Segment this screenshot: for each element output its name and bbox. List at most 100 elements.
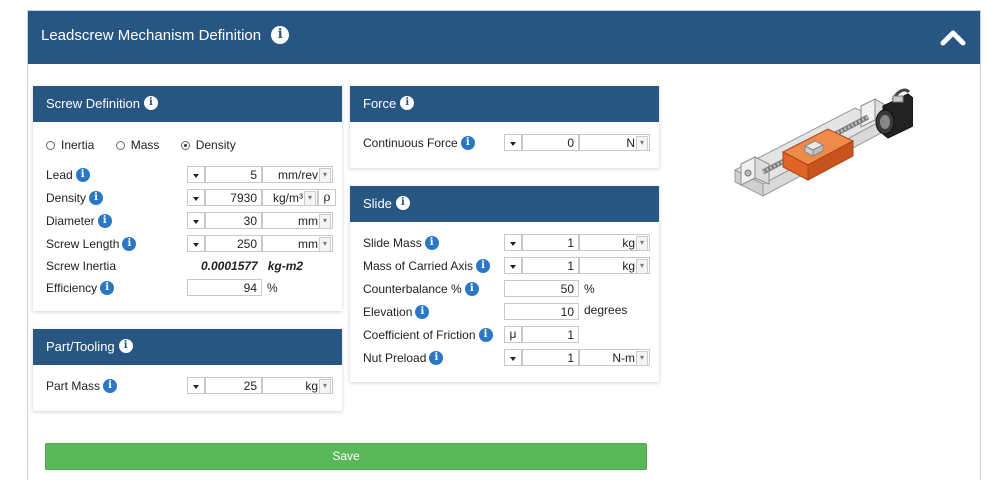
screw-length-dropdown-button[interactable] (187, 235, 205, 252)
density-dropdown-button[interactable] (187, 189, 205, 206)
info-icon[interactable]: i (478, 327, 493, 342)
part-tooling-header: Part/Tooling i (33, 329, 342, 365)
lead-dropdown-button[interactable] (187, 166, 205, 183)
info-icon[interactable]: i (100, 280, 115, 295)
label-text: Elevation (363, 305, 413, 319)
screw-inertia-label: Screw Inertia (46, 259, 117, 273)
diameter-row: Diameter i 30 mm (33, 212, 342, 230)
diameter-input[interactable]: 30 (205, 212, 262, 229)
label-text: Diameter (46, 214, 95, 228)
screw-mode-radio-group: Inertia Mass Density (46, 138, 254, 152)
info-icon[interactable]: i (415, 304, 430, 319)
info-icon[interactable]: i (75, 167, 90, 182)
panel-title: Slide (363, 196, 392, 211)
info-icon[interactable]: i (429, 350, 444, 365)
mu-symbol: μ (504, 326, 522, 343)
part-mass-input[interactable]: 25 (205, 377, 262, 394)
screw-definition-panel: Screw Definition i Inertia Mass Density L… (33, 86, 342, 311)
force-panel: Force i Continuous Force i 0 N (350, 86, 659, 168)
save-button[interactable]: Save (45, 443, 647, 470)
info-icon[interactable]: i (400, 96, 415, 111)
efficiency-unit: % (267, 281, 278, 295)
info-icon[interactable]: i (97, 213, 112, 228)
screw-length-input[interactable]: 250 (205, 235, 262, 252)
elevation-row: Elevation i 10 degrees (350, 303, 659, 321)
nut-preload-label: Nut Preload i (363, 350, 444, 365)
info-icon[interactable]: i (271, 25, 290, 44)
slide-mass-dropdown-button[interactable] (504, 234, 522, 251)
carried-axis-row: Mass of Carried Axis i 1 kg (350, 257, 659, 275)
radio-inertia[interactable]: Inertia (46, 138, 94, 152)
lead-input[interactable]: 5 (205, 166, 262, 183)
continuous-force-dropdown-button[interactable] (504, 134, 522, 151)
radio-dot-selected (180, 141, 190, 150)
diameter-dropdown-button[interactable] (187, 212, 205, 229)
lead-unit-select[interactable]: mm/rev (262, 166, 333, 183)
slide-mass-unit-select[interactable]: kg (579, 234, 650, 251)
info-icon[interactable]: i (464, 281, 479, 296)
info-icon[interactable]: i (476, 258, 491, 273)
counterbalance-unit: % (584, 282, 595, 296)
density-row: Densityi 7930 kg/m³ ρ (33, 189, 342, 207)
card-header: Leadscrew Mechanism Definition i (28, 11, 980, 64)
slide-mass-input[interactable]: 1 (522, 234, 579, 251)
efficiency-input[interactable]: 94 (187, 279, 262, 296)
continuous-force-unit-select[interactable]: N (579, 134, 650, 151)
carried-axis-unit-select[interactable]: kg (579, 257, 650, 274)
nut-preload-unit-select[interactable]: N-m (579, 349, 650, 366)
info-icon[interactable]: i (143, 96, 158, 111)
screw-definition-header: Screw Definition i (33, 86, 342, 122)
radio-mass[interactable]: Mass (115, 138, 160, 152)
lead-label: Lead i (46, 167, 90, 182)
leadscrew-illustration (733, 86, 914, 219)
label-text: Continuous Force (363, 136, 458, 150)
screw-inertia-value: 0.0001577 kg-m2 (201, 259, 304, 273)
elevation-input[interactable]: 10 (504, 303, 579, 320)
radio-dot (46, 141, 55, 150)
friction-input[interactable]: 1 (522, 326, 579, 343)
radio-density[interactable]: Density (180, 138, 236, 152)
screw-length-unit-select[interactable]: mm (262, 235, 333, 252)
card-title: Leadscrew Mechanism Definition i (41, 25, 290, 44)
density-unit-select[interactable]: kg/m³ (262, 189, 318, 206)
info-icon[interactable]: i (122, 236, 137, 251)
screw-length-row: Screw Length i 250 mm (33, 235, 342, 253)
info-icon[interactable]: i (424, 235, 439, 250)
counterbalance-input[interactable]: 50 (504, 280, 579, 297)
leadscrew-machine-image (733, 88, 914, 197)
info-icon[interactable]: i (103, 378, 118, 393)
info-icon[interactable]: i (89, 190, 104, 205)
label-text: Slide Mass (363, 236, 422, 250)
label-text: Efficiency (46, 281, 98, 295)
density-label: Density i (46, 190, 104, 205)
label-text: Nut Preload (363, 351, 427, 365)
nut-preload-input[interactable]: 1 (522, 349, 579, 366)
nut-preload-dropdown-button[interactable] (504, 349, 522, 366)
info-icon[interactable]: i (460, 135, 475, 150)
radio-label: Inertia (61, 138, 95, 152)
carried-axis-dropdown-button[interactable] (504, 257, 522, 274)
label-text: Lead (46, 168, 73, 182)
part-mass-dropdown-button[interactable] (187, 377, 205, 394)
collapse-chevron-up-icon[interactable] (940, 25, 966, 51)
label-text: Counterbalance % (363, 282, 462, 296)
info-icon[interactable]: i (395, 196, 410, 211)
info-icon[interactable]: i (118, 339, 133, 354)
carried-axis-input[interactable]: 1 (522, 257, 579, 274)
friction-row: Coefficient of Friction i μ 1 (350, 326, 659, 344)
panel-title: Part/Tooling (46, 339, 115, 354)
panel-title: Screw Definition (46, 96, 140, 111)
rho-symbol: ρ (318, 189, 336, 206)
diameter-unit-select[interactable]: mm (262, 212, 333, 229)
force-header: Force i (350, 86, 659, 122)
label-text: Density (46, 191, 87, 205)
efficiency-label: Efficiency i (46, 280, 115, 295)
continuous-force-label: Continuous Force i (363, 135, 475, 150)
screw-inertia-row: Screw Inertia 0.0001577 kg-m2 (33, 257, 342, 275)
counterbalance-label: Counterbalance % i (363, 281, 479, 296)
density-input[interactable]: 7930 (205, 189, 262, 206)
part-mass-unit-select[interactable]: kg (262, 377, 333, 394)
radio-label: Mass (130, 138, 160, 152)
slide-header: Slide i (350, 186, 659, 222)
continuous-force-input[interactable]: 0 (522, 134, 579, 151)
